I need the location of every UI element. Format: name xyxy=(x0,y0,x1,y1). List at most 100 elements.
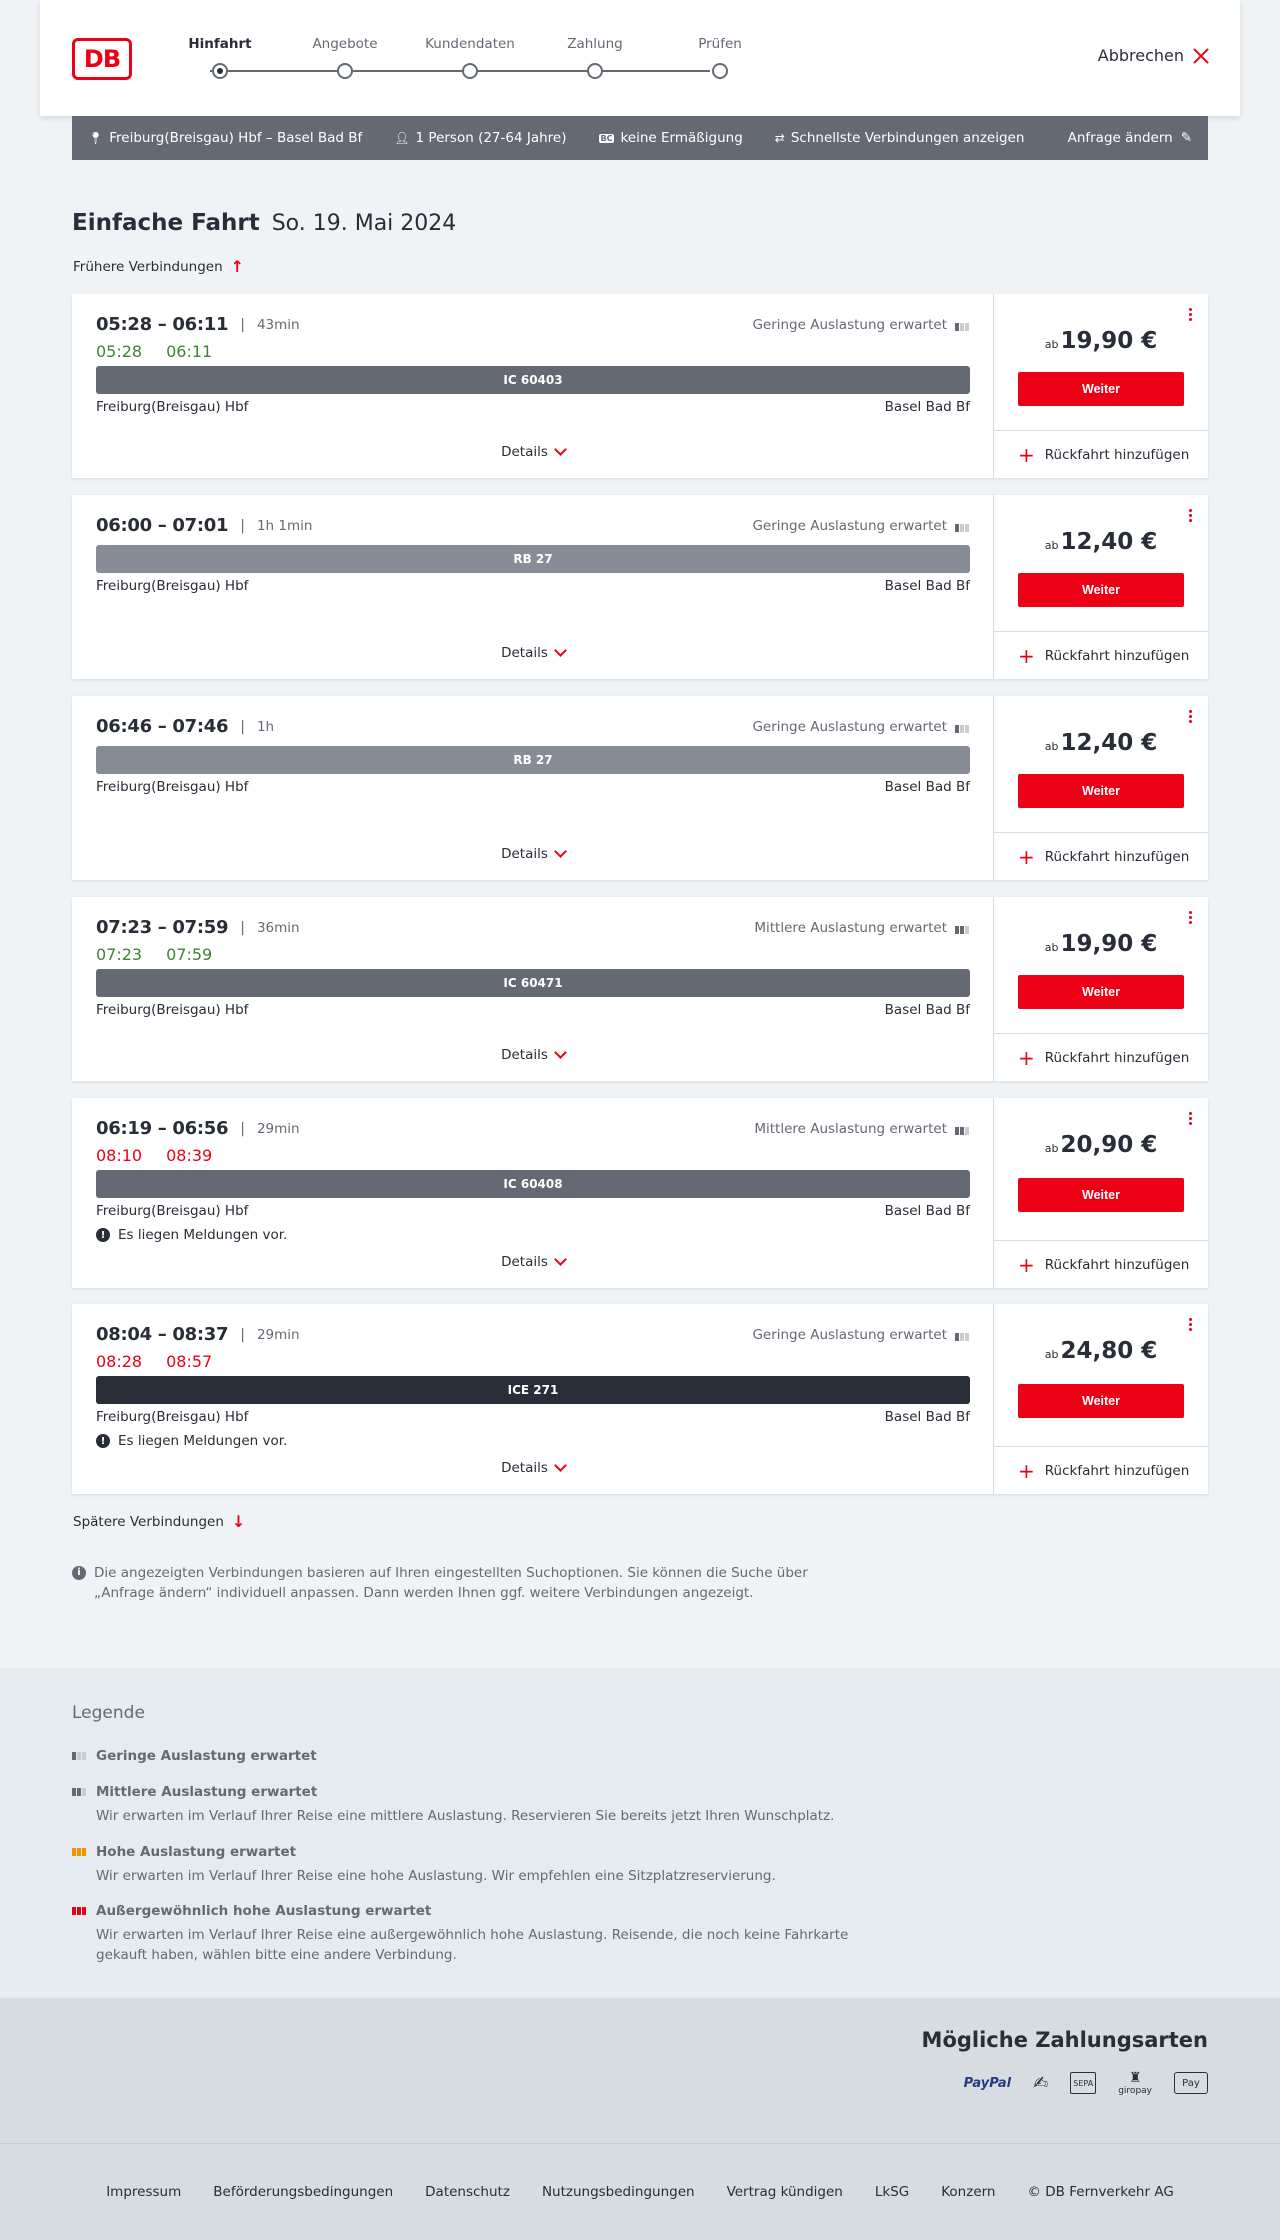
arrival-station: Basel Bad Bf xyxy=(884,399,970,415)
details-label: Details xyxy=(501,645,548,661)
legend-desc: Wir erwarten im Verlauf Ihrer Reise eine… xyxy=(96,1927,849,1963)
footer-link-datenschutz[interactable]: Datenschutz xyxy=(425,2184,510,2200)
step-pruefen[interactable]: Prüfen xyxy=(670,36,770,79)
continue-button[interactable]: Weiter xyxy=(1018,1384,1184,1418)
step-zahlung[interactable]: Zahlung xyxy=(545,36,645,79)
arrow-down-icon: ↓ xyxy=(231,1512,246,1531)
stations: Freiburg(Breisgau) Hbf Basel Bad Bf xyxy=(96,1002,970,1018)
realtime-times: 08:10 08:39 xyxy=(96,1146,212,1165)
info-text: Die angezeigten Verbindungen basieren au… xyxy=(94,1565,808,1601)
continue-button[interactable]: Weiter xyxy=(1018,774,1184,808)
step-hinfahrt[interactable]: Hinfahrt xyxy=(170,36,270,79)
connection-info[interactable]: 08:04 – 08:37 | 29min 08:28 08:57 Geringe Aus… xyxy=(72,1304,994,1494)
scheduled-times: 06:19 – 06:56 xyxy=(96,1118,229,1139)
details-toggle[interactable]: Details xyxy=(72,443,994,460)
add-return-trip-button[interactable]: + Rückfahrt hinzufügen xyxy=(994,1033,1208,1081)
arrow-up-icon: ↑ xyxy=(230,257,245,276)
plus-icon: + xyxy=(1018,1458,1035,1483)
details-toggle[interactable]: Details xyxy=(72,1046,994,1063)
details-toggle[interactable]: Details xyxy=(72,1459,994,1476)
details-toggle[interactable]: Details xyxy=(72,845,994,862)
footer-link-konzern[interactable]: Konzern xyxy=(941,2184,995,2200)
departure-station: Freiburg(Breisgau) Hbf xyxy=(96,779,249,795)
occupancy-indicator: Geringe Auslastung erwartet xyxy=(752,1327,969,1343)
step-label: Prüfen xyxy=(698,36,742,52)
price-value: 19,90 € xyxy=(1060,328,1158,354)
train-bar[interactable]: IC 60408 xyxy=(96,1170,970,1198)
separator: | xyxy=(240,919,245,936)
stations: Freiburg(Breisgau) Hbf Basel Bad Bf xyxy=(96,578,970,594)
scheduled-times: 06:46 – 07:46 xyxy=(96,716,229,737)
train-bar[interactable]: IC 60471 xyxy=(96,969,970,997)
add-return-trip-button[interactable]: + Rückfahrt hinzufügen xyxy=(994,832,1208,880)
connection-info[interactable]: 05:28 – 06:11 | 43min 05:28 06:11 Geringe Aus… xyxy=(72,294,994,478)
connection-info[interactable]: 06:00 – 07:01 | 1h 1min Geringe Auslastung … xyxy=(72,495,994,679)
change-query-button[interactable]: Anfrage ändern ✎ xyxy=(1068,130,1192,146)
footer-link-lksg[interactable]: LkSG xyxy=(875,2184,909,2200)
add-return-label: Rückfahrt hinzufügen xyxy=(1044,1049,1190,1066)
connection-info[interactable]: 07:23 – 07:59 | 36min 07:23 07:59 Mittlere Au… xyxy=(72,897,994,1081)
details-toggle[interactable]: Details xyxy=(72,1253,994,1270)
continue-button[interactable]: Weiter xyxy=(1018,975,1184,1009)
separator: | xyxy=(240,1326,245,1343)
connection-card: 06:19 – 06:56 | 29min 08:10 08:39 Mittlere Au… xyxy=(72,1098,1208,1288)
step-dot xyxy=(337,63,353,79)
add-return-trip-button[interactable]: + Rückfahrt hinzufügen xyxy=(994,631,1208,679)
details-toggle[interactable]: Details xyxy=(72,644,994,661)
train-bar[interactable]: ICE 271 xyxy=(96,1376,970,1404)
more-options-icon[interactable] xyxy=(1189,911,1192,924)
plus-icon: + xyxy=(1018,844,1035,869)
add-return-trip-button[interactable]: + Rückfahrt hinzufügen xyxy=(994,1240,1208,1288)
more-options-icon[interactable] xyxy=(1189,308,1192,321)
realtime-departure: 08:10 xyxy=(96,1146,143,1165)
occupancy-indicator: Geringe Auslastung erwartet xyxy=(752,518,969,534)
more-options-icon[interactable] xyxy=(1189,509,1192,522)
step-angebote[interactable]: Angebote xyxy=(295,36,395,79)
info-icon: i xyxy=(72,1566,86,1580)
train-bar[interactable]: RB 27 xyxy=(96,746,970,774)
add-return-trip-button[interactable]: + Rückfahrt hinzufügen xyxy=(994,1446,1208,1494)
more-options-icon[interactable] xyxy=(1189,1112,1192,1125)
footer-link-vertrag-kuendigen[interactable]: Vertrag kündigen xyxy=(727,2184,843,2200)
stations: Freiburg(Breisgau) Hbf Basel Bad Bf xyxy=(96,1409,970,1425)
train-bar[interactable]: RB 27 xyxy=(96,545,970,573)
db-logo[interactable]: DB xyxy=(72,38,132,80)
occupancy-label: Mittlere Auslastung erwartet xyxy=(754,1121,947,1137)
separator: | xyxy=(240,718,245,735)
add-return-label: Rückfahrt hinzufügen xyxy=(1044,647,1190,664)
departure-station: Freiburg(Breisgau) Hbf xyxy=(96,578,249,594)
chevron-down-icon xyxy=(554,644,567,657)
continue-button[interactable]: Weiter xyxy=(1018,372,1184,406)
arrival-station: Basel Bad Bf xyxy=(884,779,970,795)
add-return-trip-button[interactable]: + Rückfahrt hinzufügen xyxy=(994,430,1208,478)
connection-times: 06:46 – 07:46 | 1h xyxy=(96,716,274,737)
duration: 43min xyxy=(256,316,300,333)
more-options-icon[interactable] xyxy=(1189,1318,1192,1331)
footer-link-nutzungsbedingungen[interactable]: Nutzungsbedingungen xyxy=(542,2184,695,2200)
duration: 36min xyxy=(256,919,300,936)
footer-link-impressum[interactable]: Impressum xyxy=(106,2184,181,2200)
stepper-line xyxy=(210,70,710,72)
duration: 1h xyxy=(256,718,275,735)
earlier-connections-link[interactable]: Frühere Verbindungen ↑ xyxy=(73,257,244,276)
later-connections-link[interactable]: Spätere Verbindungen ↓ xyxy=(73,1512,245,1531)
continue-button[interactable]: Weiter xyxy=(1018,573,1184,607)
page-title: Einfache Fahrt So. 19. Mai 2024 xyxy=(72,210,456,236)
connection-card: 08:04 – 08:37 | 29min 08:28 08:57 Geringe Aus… xyxy=(72,1304,1208,1494)
connection-info[interactable]: 06:46 – 07:46 | 1h Geringe Auslastung erwar… xyxy=(72,696,994,880)
train-bar[interactable]: IC 60403 xyxy=(96,366,970,394)
connection-info[interactable]: 06:19 – 06:56 | 29min 08:10 08:39 Mittlere Au… xyxy=(72,1098,994,1288)
price-value: 19,90 € xyxy=(1060,931,1158,957)
info-note: i Die angezeigten Verbindungen basieren … xyxy=(72,1563,852,1603)
occupancy-icon xyxy=(955,319,969,331)
continue-button[interactable]: Weiter xyxy=(1018,1178,1184,1212)
more-options-icon[interactable] xyxy=(1189,710,1192,723)
cancel-button[interactable]: Abbrechen xyxy=(1098,46,1210,65)
step-kundendaten[interactable]: Kundendaten xyxy=(420,36,520,79)
chevron-down-icon xyxy=(554,845,567,858)
footer-link-befoerderungsbedingungen[interactable]: Beförderungsbedingungen xyxy=(213,2184,393,2200)
legend-desc: Wir erwarten im Verlauf Ihrer Reise eine… xyxy=(96,1868,776,1884)
realtime-departure: 08:28 xyxy=(96,1352,143,1371)
extreme-occupancy-icon xyxy=(72,1907,88,1915)
message-text: Es liegen Meldungen vor. xyxy=(118,1227,288,1243)
